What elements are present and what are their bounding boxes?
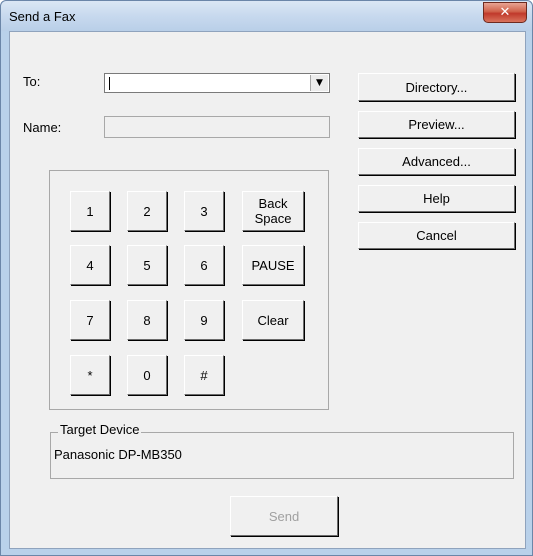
to-label: To:: [23, 74, 41, 89]
key-1-button[interactable]: 1: [70, 191, 110, 231]
help-button[interactable]: Help: [358, 185, 515, 212]
key-0-button[interactable]: 0: [127, 355, 167, 395]
key-4-button[interactable]: 4: [70, 245, 110, 285]
key-8-button[interactable]: 8: [127, 300, 167, 340]
backspace-label-line2: Space: [254, 211, 292, 226]
backspace-button[interactable]: Back Space: [242, 191, 304, 231]
key-hash-button[interactable]: #: [184, 355, 224, 395]
cancel-button[interactable]: Cancel: [358, 222, 515, 249]
window-title: Send a Fax: [9, 9, 76, 24]
dialog-client-area: To: ▼ Name: Directory... Preview... Adva…: [9, 31, 526, 549]
preview-button[interactable]: Preview...: [358, 111, 515, 138]
key-2-button[interactable]: 2: [127, 191, 167, 231]
directory-button[interactable]: Directory...: [358, 73, 515, 101]
title-bar[interactable]: Send a Fax ✕: [1, 1, 532, 31]
key-3-button[interactable]: 3: [184, 191, 224, 231]
advanced-button[interactable]: Advanced...: [358, 148, 515, 175]
key-star-button[interactable]: *: [70, 355, 110, 395]
key-5-button[interactable]: 5: [127, 245, 167, 285]
send-button[interactable]: Send: [230, 496, 338, 536]
send-fax-dialog: Send a Fax ✕ To: ▼ Name: Directory... Pr…: [0, 0, 533, 556]
name-field[interactable]: [104, 116, 330, 138]
target-device-label: Target Device: [58, 422, 142, 437]
backspace-label-line1: Back: [258, 196, 288, 211]
target-device-name: Panasonic DP-MB350: [54, 447, 182, 462]
close-icon: ✕: [499, 5, 511, 20]
to-combobox[interactable]: ▼: [104, 73, 330, 93]
close-button[interactable]: ✕: [483, 2, 527, 23]
target-device-group: Panasonic DP-MB350: [50, 432, 514, 479]
key-7-button[interactable]: 7: [70, 300, 110, 340]
pause-button[interactable]: PAUSE: [242, 245, 304, 285]
to-dropdown-button[interactable]: ▼: [310, 75, 328, 91]
clear-button[interactable]: Clear: [242, 300, 304, 340]
key-9-button[interactable]: 9: [184, 300, 224, 340]
name-label: Name:: [23, 120, 62, 135]
chevron-down-icon: ▼: [316, 78, 323, 88]
key-6-button[interactable]: 6: [184, 245, 224, 285]
text-cursor: [109, 77, 110, 90]
